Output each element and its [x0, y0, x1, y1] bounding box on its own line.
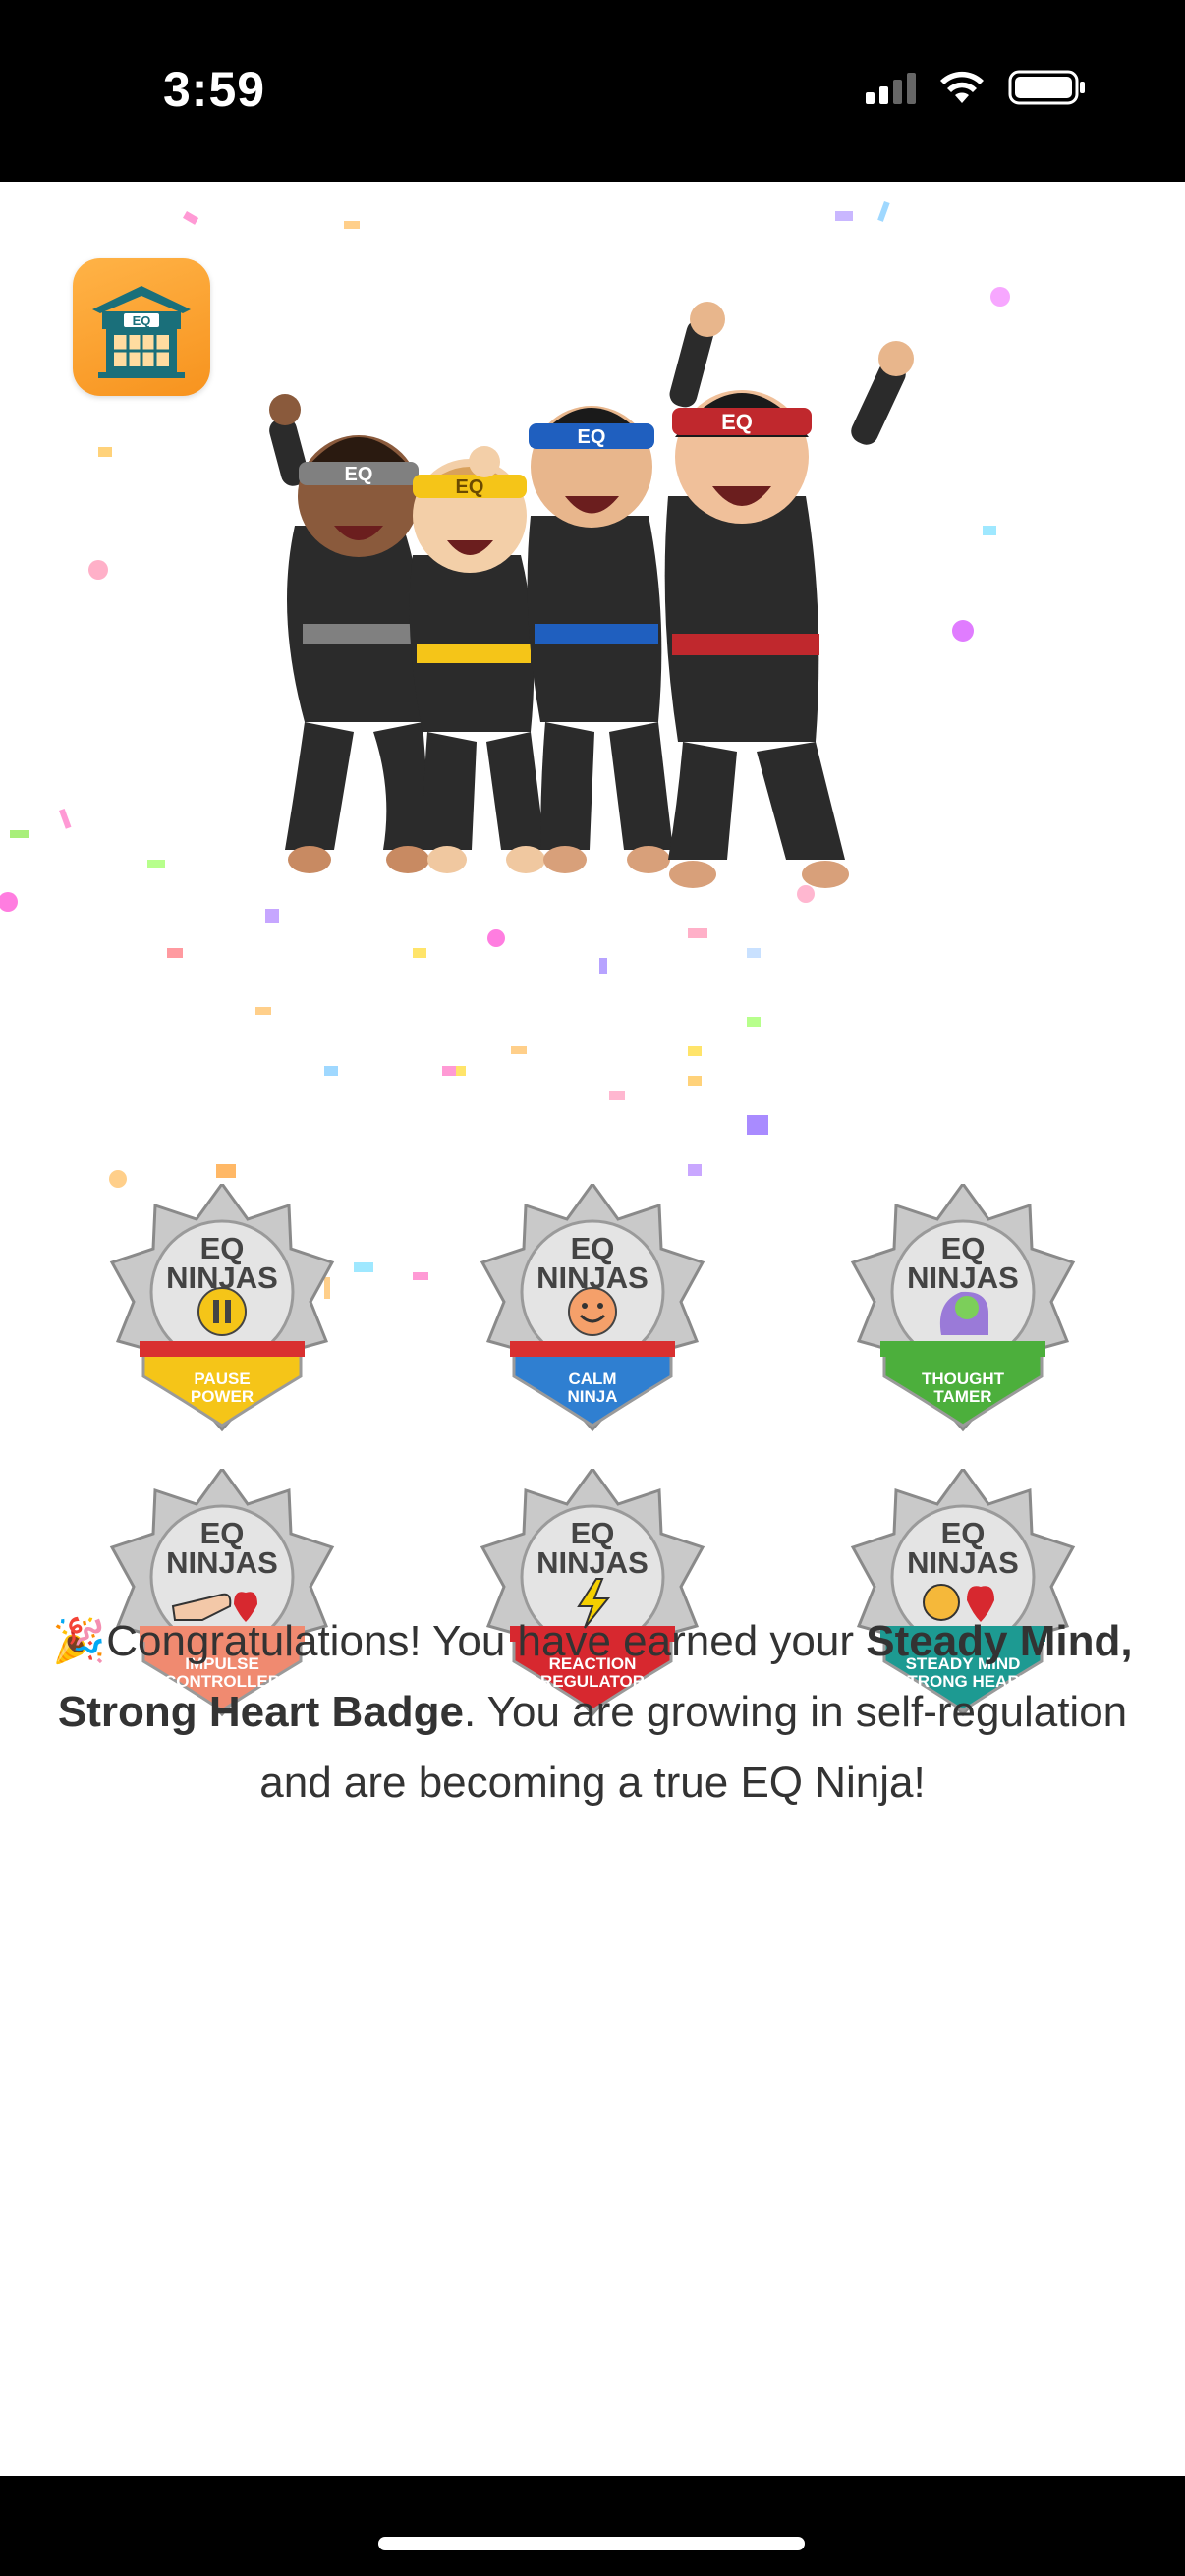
badge-pause-power[interactable]: EQ NINJAS PAUSE POWER [104, 1181, 340, 1439]
badge-label-line1: PAUSE [194, 1370, 251, 1388]
badge-title-line2: NINJAS [166, 1260, 278, 1295]
badge-label-line2: POWER [190, 1387, 254, 1406]
status-time: 3:59 [163, 62, 266, 117]
badge-title-line2: NINJAS [536, 1545, 649, 1580]
status-bar: 3:59 [0, 0, 1185, 182]
badge-label-line2: NINJA [567, 1387, 618, 1406]
svg-text:EQ: EQ [578, 426, 606, 448]
message-prefix: Congratulations! You have earned your [106, 1617, 867, 1665]
svg-text:EQ: EQ [456, 476, 484, 498]
ninja-kid-1: EQ [269, 394, 432, 873]
screen: EQ EQ EQ EQ EQ EQ NINJAS PAUSE POWER EQ … [0, 182, 1185, 2476]
cellular-signal-icon [866, 71, 916, 104]
status-icons [866, 69, 1087, 106]
home-area [0, 2476, 1185, 2576]
svg-text:EQ: EQ [721, 410, 753, 434]
badge-title-line2: NINJAS [907, 1260, 1019, 1295]
badge-label-line2: TAMER [933, 1387, 992, 1406]
ninja-kid-4: EQ [664, 302, 914, 888]
badge-label-line1: CALM [568, 1370, 617, 1388]
ninja-kids-illustration: EQ EQ EQ EQ [269, 302, 914, 888]
badge-calm-ninja[interactable]: EQ NINJAS CALM NINJA [475, 1181, 710, 1439]
ninja-kid-2: EQ [409, 446, 545, 873]
ninja-kid-3: EQ [527, 406, 673, 873]
home-indicator[interactable] [378, 2537, 805, 2550]
battery-icon [1008, 70, 1085, 105]
congratulations-message: 🎉Congratulations! You have earned your S… [49, 1606, 1136, 1819]
badge-title-line2: NINJAS [166, 1545, 278, 1580]
party-popper-icon: 🎉 [52, 1617, 107, 1665]
app-icon[interactable]: EQ [73, 258, 210, 396]
badge-label-line1: THOUGHT [921, 1370, 1005, 1388]
badge-thought-tamer[interactable]: EQ NINJAS THOUGHT TAMER [845, 1181, 1081, 1439]
dojo-icon: EQ [92, 286, 191, 378]
badge-title-line2: NINJAS [907, 1545, 1019, 1580]
app-icon-label: EQ [133, 313, 151, 328]
svg-text:EQ: EQ [345, 464, 373, 485]
badge-title-line2: NINJAS [536, 1260, 649, 1295]
wifi-icon [940, 71, 984, 103]
